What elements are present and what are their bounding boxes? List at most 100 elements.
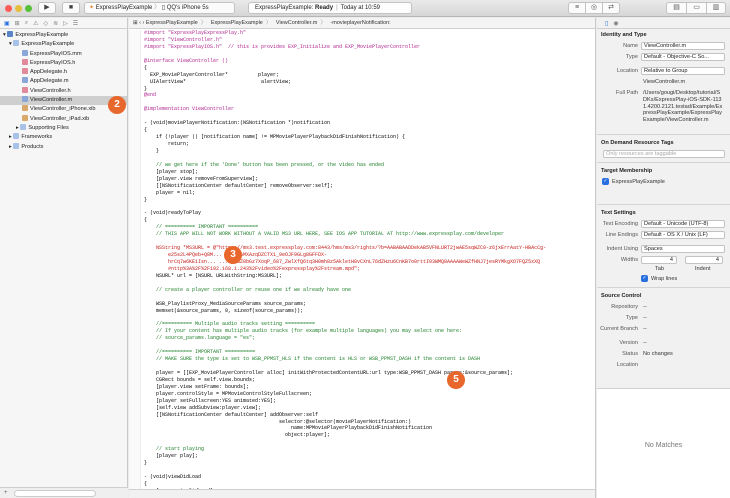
code-line[interactable]: @interface ViewController () bbox=[129, 58, 595, 65]
code-line[interactable]: [[NSNotificationCenter defaultCenter] ad… bbox=[129, 412, 595, 419]
indent-width-field[interactable]: 4 bbox=[685, 256, 723, 264]
code-line[interactable] bbox=[129, 238, 595, 245]
name-field[interactable]: ViewController.m bbox=[641, 42, 725, 50]
indent-using-select[interactable]: Spaces bbox=[641, 245, 725, 253]
jumpbar-file[interactable]: ViewController.m bbox=[276, 20, 317, 26]
code-line[interactable]: [player play]; bbox=[129, 453, 595, 460]
search-icon[interactable]: ⌕ bbox=[25, 20, 28, 27]
symbol-icon[interactable]: ⊞ bbox=[15, 20, 20, 27]
code-line[interactable] bbox=[129, 439, 595, 446]
code-line[interactable]: } bbox=[129, 460, 595, 467]
checkbox-checked-icon[interactable]: ✓ bbox=[641, 275, 648, 282]
tree-item-group[interactable]: ▸ Frameworks bbox=[0, 133, 127, 142]
code-line[interactable]: { bbox=[129, 127, 595, 134]
debug-toggle-icon[interactable]: ▭ bbox=[687, 3, 707, 13]
code-line[interactable]: // source_params.language = "es"; bbox=[129, 335, 595, 342]
assistant-editor-icon[interactable]: ◎ bbox=[586, 3, 603, 13]
code-line[interactable]: [player.view setFrame: bounds]; bbox=[129, 384, 595, 391]
code-line[interactable]: CGRect bounds = self.view.bounds; bbox=[129, 377, 595, 384]
scheme-selector[interactable]: ✦ ExpressPlayExample 〉 ▯ QQ's iPhone 5s bbox=[84, 2, 235, 14]
code-line[interactable]: } bbox=[129, 148, 595, 155]
utilities-toggle-icon[interactable]: ▥ bbox=[707, 3, 725, 13]
encoding-select[interactable]: Default - Unicode (UTF-8) bbox=[641, 220, 725, 228]
tree-item-file[interactable]: ExpressPlayIOS.mm bbox=[0, 49, 127, 59]
tree-item-group[interactable]: ▸ Products bbox=[0, 142, 127, 152]
code-line[interactable]: object:player]; bbox=[129, 432, 595, 439]
code-line[interactable]: #import "ExpressPlayIOS.h" // this is pr… bbox=[129, 44, 595, 51]
code-line[interactable]: return; bbox=[129, 141, 595, 148]
code-line[interactable] bbox=[129, 203, 595, 210]
file-inspector-icon[interactable]: ▯ bbox=[605, 20, 608, 27]
code-line[interactable]: // If your content has multiple audio tr… bbox=[129, 328, 595, 335]
jumpbar-project[interactable]: ExpressPlayExample bbox=[146, 20, 198, 26]
tree-item-file[interactable]: ViewController.h bbox=[0, 86, 127, 96]
code-line[interactable]: @implementation ViewController bbox=[129, 106, 595, 113]
navigator-filter-input[interactable] bbox=[14, 490, 96, 497]
code-line[interactable]: e25s2L4PQeb+Q8M... ...BAAMXAzqDZCTX1_9eO… bbox=[129, 252, 595, 259]
code-line[interactable]: [player stop]; bbox=[129, 169, 595, 176]
code-line[interactable]: - (void)viewDidLoad bbox=[129, 474, 595, 481]
tree-item-group[interactable]: ▸ Supporting Files bbox=[0, 123, 127, 133]
issue-icon[interactable]: ⚠ bbox=[33, 20, 38, 27]
code-line[interactable]: player.controlStyle = MPMovieControlStyl… bbox=[129, 391, 595, 398]
code-area[interactable]: #import "ExpressPlayExpressPlay.h" #impor… bbox=[129, 30, 595, 498]
code-line[interactable]: selector:@selector(moviePlayerNotificati… bbox=[129, 419, 595, 426]
type-select[interactable]: Default - Objective-C So... bbox=[641, 53, 725, 61]
standard-editor-icon[interactable]: ≡ bbox=[569, 3, 586, 13]
code-line[interactable]: if (!player || [notification name] != MP… bbox=[129, 134, 595, 141]
code-line[interactable]: hrCq7w6KE1Isn... ...mpHaZ8bGz7XoqP_687_Z… bbox=[129, 259, 595, 266]
code-line[interactable]: // start playing bbox=[129, 446, 595, 453]
code-line[interactable]: player = [[EXP_MoviePlayerController all… bbox=[129, 370, 595, 377]
back-icon[interactable]: ‹ › bbox=[139, 20, 146, 26]
code-line[interactable]: } bbox=[129, 86, 595, 93]
checkbox-checked-icon[interactable]: ✓ bbox=[602, 178, 609, 185]
navigator-toggle-icon[interactable]: ▤ bbox=[667, 3, 687, 13]
debug-icon[interactable]: ≋ bbox=[53, 20, 58, 27]
code-line[interactable] bbox=[129, 294, 595, 301]
code-line[interactable]: #import "ExpressPlayExpressPlay.h" bbox=[129, 30, 595, 37]
code-line[interactable]: // create a player controller or reuse o… bbox=[129, 287, 595, 294]
code-line[interactable]: player = nil; bbox=[129, 190, 595, 197]
tab-width-field[interactable]: 4 bbox=[641, 256, 677, 264]
code-line[interactable]: } bbox=[129, 197, 595, 204]
folder-icon[interactable]: ▣ bbox=[4, 20, 10, 27]
tree-item-group[interactable]: ▾ ExpressPlayExample bbox=[0, 40, 127, 49]
code-line[interactable] bbox=[129, 280, 595, 287]
code-line[interactable]: { bbox=[129, 65, 595, 72]
zoom-window-button[interactable] bbox=[25, 5, 32, 12]
code-line[interactable]: EXP_MoviePlayerController* player; bbox=[129, 72, 595, 79]
odr-tags-field[interactable]: Only resources are taggable bbox=[603, 150, 725, 158]
breakpoint-icon[interactable]: ▷ bbox=[63, 20, 68, 27]
line-endings-select[interactable]: Default - OS X / Unix (LF) bbox=[641, 231, 725, 239]
code-line[interactable]: UIAlertView* alertView; bbox=[129, 79, 595, 86]
code-line[interactable]: // MAKE SURE the type is set to WSB_PPMS… bbox=[129, 356, 595, 363]
code-line[interactable] bbox=[129, 99, 595, 106]
code-line[interactable]: { bbox=[129, 217, 595, 224]
code-line[interactable]: [[NSNotificationCenter defaultCenter] re… bbox=[129, 183, 595, 190]
jumpbar-group[interactable]: ExpressPlayExample bbox=[211, 20, 263, 26]
version-editor-icon[interactable]: ⇄ bbox=[603, 3, 619, 13]
code-line[interactable]: // ========== IMPORTANT ========== bbox=[129, 224, 595, 231]
quick-help-icon[interactable]: ◉ bbox=[613, 20, 618, 27]
add-icon[interactable]: + bbox=[4, 490, 8, 496]
code-line[interactable]: @end bbox=[129, 92, 595, 99]
minimize-window-button[interactable] bbox=[15, 5, 22, 12]
tree-item-file[interactable]: AppDelegate.m bbox=[0, 77, 127, 86]
code-line[interactable]: WSB_PlaylistProxy_MediaSourceParams sour… bbox=[129, 301, 595, 308]
source-editor[interactable]: ⊞ ‹ › ExpressPlayExample 〉 ExpressPlayExa… bbox=[129, 18, 596, 498]
code-line[interactable]: [self.view addSubview:player.view]; bbox=[129, 405, 595, 412]
editor-mode-control[interactable]: ≡ ◎ ⇄ bbox=[568, 2, 620, 14]
code-line[interactable]: [player setFullscreen:YES animated:YES]; bbox=[129, 398, 595, 405]
view-toggle-control[interactable]: ▤ ▭ ▥ bbox=[666, 2, 726, 14]
code-line[interactable]: [player.view removeFromSuperview]; bbox=[129, 176, 595, 183]
stop-button[interactable]: ■ bbox=[62, 2, 80, 14]
tree-item-file[interactable]: AppDelegate.h bbox=[0, 68, 127, 77]
jumpbar-symbol[interactable]: -movieplayerNotification: bbox=[330, 20, 390, 26]
tree-item-file[interactable]: ExpressPlayIOS.h bbox=[0, 58, 127, 68]
code-line[interactable]: // we get here if the 'Done' button has … bbox=[129, 162, 595, 169]
code-line[interactable]: NSString *MS3URL = @"https://ms3.test.ex… bbox=[129, 245, 595, 252]
test-icon[interactable]: ◇ bbox=[43, 20, 48, 27]
tree-item-project[interactable]: ▾ ExpressPlayExample bbox=[0, 31, 127, 40]
location-select[interactable]: Relative to Group bbox=[641, 67, 725, 75]
close-window-button[interactable] bbox=[5, 5, 12, 12]
